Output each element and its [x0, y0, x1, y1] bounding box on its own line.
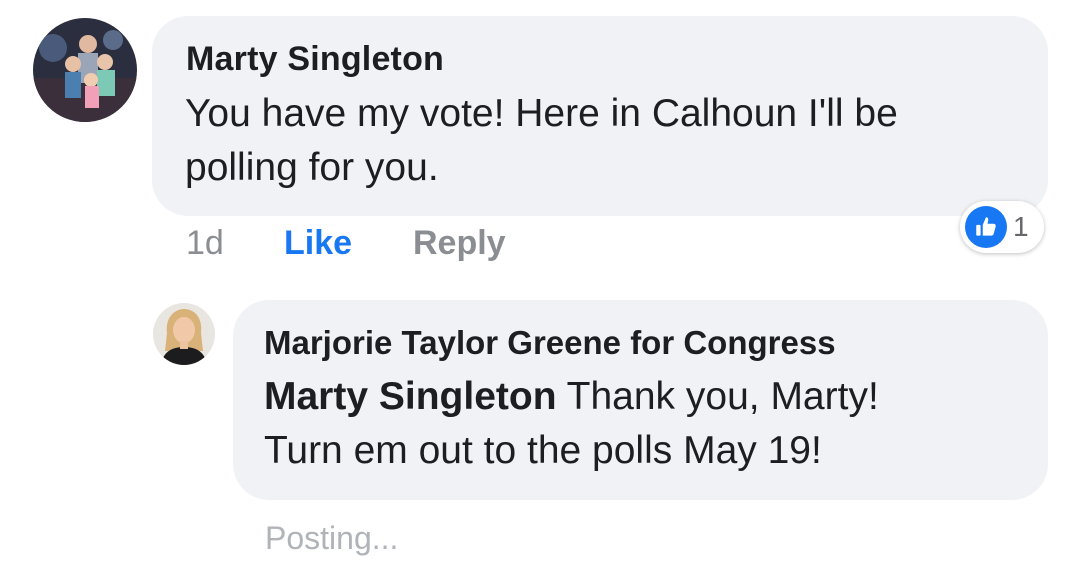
posting-status: Posting...: [265, 520, 399, 556]
like-thumb-icon: [965, 206, 1007, 248]
reply-button[interactable]: Reply: [413, 224, 506, 263]
avatar-photo: [153, 303, 215, 365]
comment-thread: Marty Singleton You have my vote! Here i…: [0, 0, 1080, 574]
reaction-summary[interactable]: 1: [960, 201, 1044, 253]
comment-text-line: You have my vote! Here in Calhoun I'll b…: [185, 92, 898, 135]
reply-text-segment: Thank you, Marty!: [556, 375, 879, 418]
avatar-photo: [33, 18, 137, 122]
reaction-count: 1: [1013, 211, 1029, 242]
mention-link[interactable]: Marty Singleton: [264, 375, 557, 418]
reply-author-name[interactable]: Marjorie Taylor Greene for Congress: [264, 324, 836, 362]
avatar[interactable]: [153, 303, 215, 365]
comment-text-line: polling for you.: [185, 146, 439, 189]
reply-bubble: Marjorie Taylor Greene for Congress Mart…: [233, 300, 1048, 500]
reply-text-line: Turn em out to the polls May 19!: [264, 429, 822, 472]
like-button[interactable]: Like: [284, 224, 352, 263]
reply-text-line: Marty Singleton Thank you, Marty!: [264, 370, 879, 424]
comment-bubble: Marty Singleton You have my vote! Here i…: [152, 16, 1048, 216]
comment-text: You have my vote! Here in Calhoun I'll b…: [185, 87, 898, 195]
comment-timestamp[interactable]: 1d: [186, 224, 224, 263]
avatar[interactable]: [33, 18, 137, 122]
comment-author-name[interactable]: Marty Singleton: [186, 40, 444, 79]
reply-text: Marty Singleton Thank you, Marty! Turn e…: [264, 370, 879, 478]
